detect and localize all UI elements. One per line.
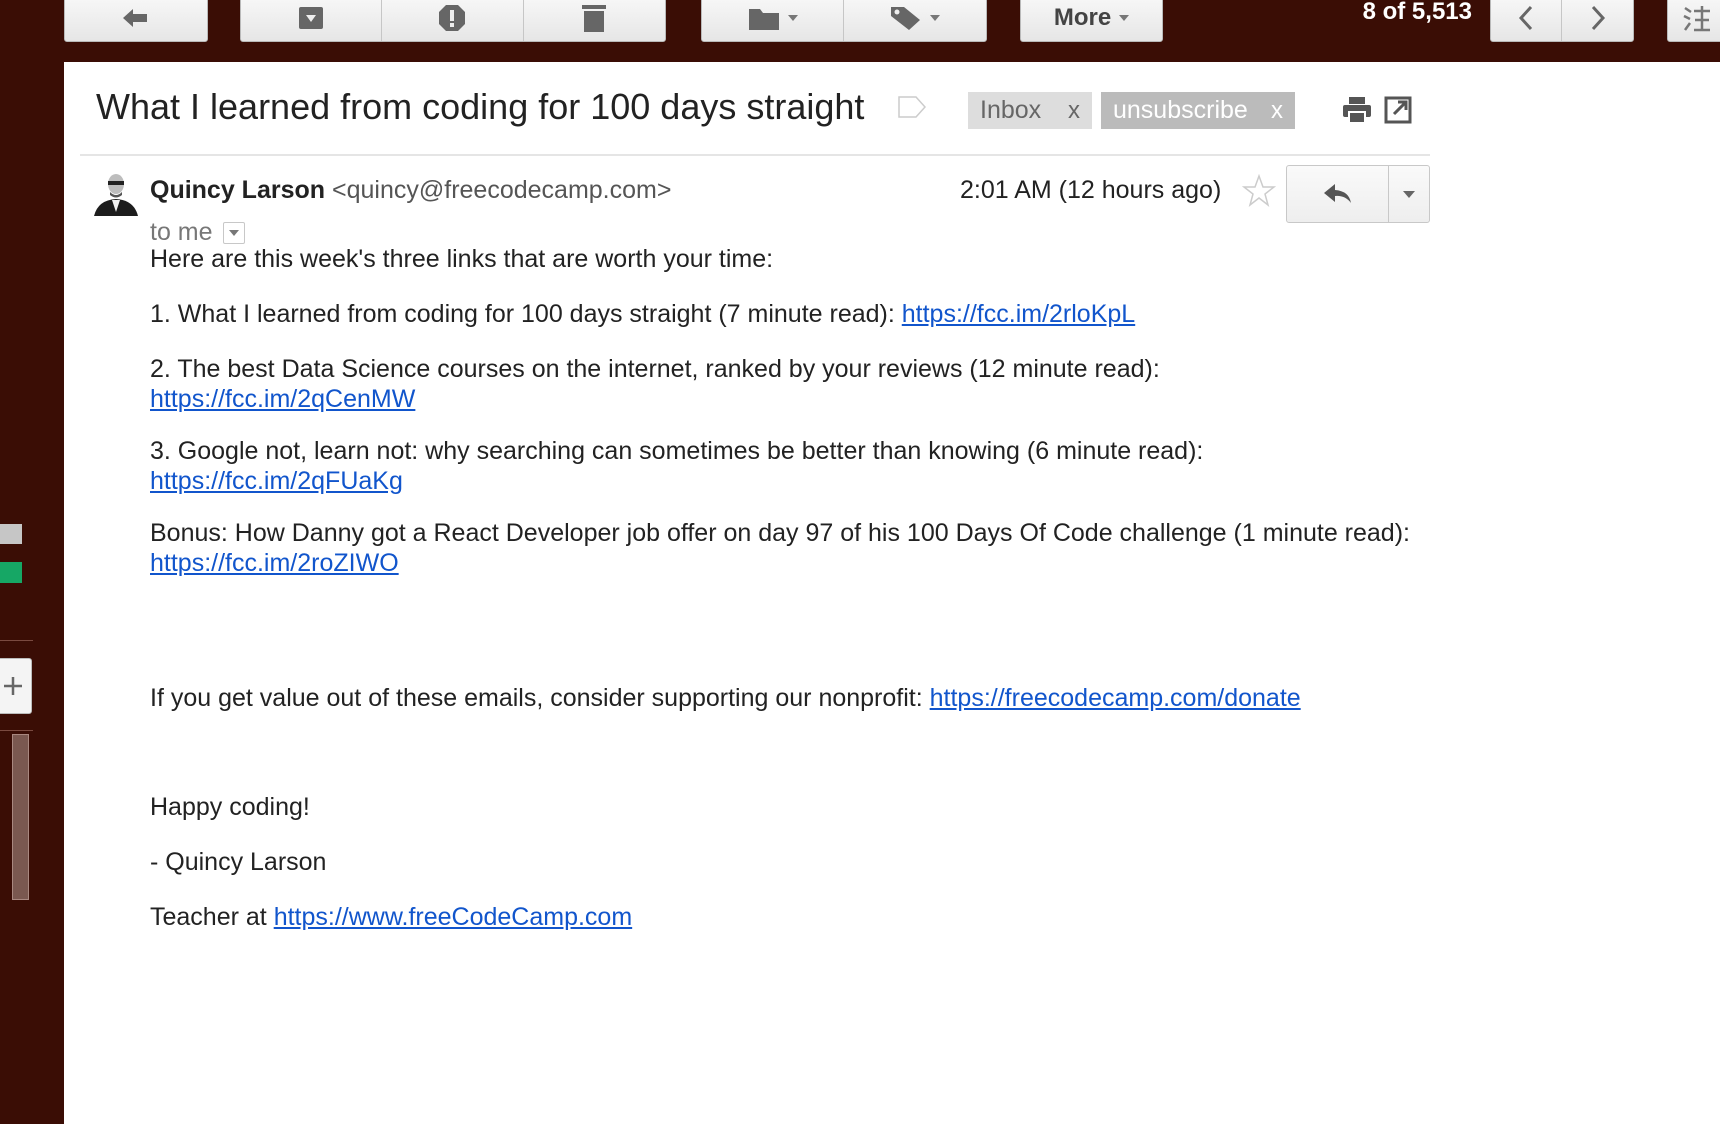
label-tag-icon[interactable] bbox=[898, 96, 926, 118]
closing-line: Happy coding! bbox=[150, 793, 310, 821]
input-tools-button[interactable] bbox=[1668, 0, 1720, 41]
move-to-button[interactable] bbox=[702, 0, 844, 41]
signature-line: - Quincy Larson bbox=[150, 848, 327, 876]
report-spam-icon bbox=[439, 5, 466, 31]
chevron-down-icon bbox=[1119, 15, 1130, 21]
delete-button[interactable] bbox=[524, 0, 665, 41]
donate-text: If you get value out of these emails, co… bbox=[150, 684, 930, 712]
more-button-group: More bbox=[1020, 0, 1163, 42]
reply-button[interactable] bbox=[1287, 166, 1389, 222]
actions-button-group bbox=[240, 0, 666, 42]
sender-line: Quincy Larson <quincy@freecodecamp.com> bbox=[150, 176, 671, 205]
toolbar: More 8 of 5,513 bbox=[0, 0, 1720, 62]
list-item: 1. What I learned from coding for 100 da… bbox=[150, 299, 1480, 329]
article-link[interactable]: https://fcc.im/2roZIWO bbox=[150, 549, 399, 577]
chevron-down-icon bbox=[930, 15, 940, 21]
recipient-text: to me bbox=[150, 218, 213, 246]
donate-link[interactable]: https://freecodecamp.com/donate bbox=[930, 684, 1301, 712]
move-label-button-group bbox=[701, 0, 987, 42]
sender-name[interactable]: Quincy Larson bbox=[150, 176, 325, 204]
list-item-text: 1. What I learned from coding for 100 da… bbox=[150, 300, 902, 328]
back-button-group bbox=[64, 0, 208, 42]
sidebar-add-button[interactable] bbox=[0, 658, 32, 714]
older-button[interactable] bbox=[1562, 0, 1633, 41]
star-icon[interactable] bbox=[1242, 174, 1276, 208]
recipient-line: to me bbox=[150, 218, 245, 247]
chevron-down-icon bbox=[787, 15, 798, 21]
delete-icon bbox=[582, 5, 607, 32]
sidebar-label-swatch-green[interactable] bbox=[0, 562, 22, 583]
reply-button-group bbox=[1286, 165, 1430, 223]
print-icon[interactable] bbox=[1342, 96, 1372, 124]
label-icon bbox=[891, 7, 920, 30]
intro-paragraph: Here are this week's three links that ar… bbox=[150, 245, 774, 273]
message-counter: 8 of 5,513 bbox=[1362, 0, 1472, 25]
avatar[interactable] bbox=[90, 168, 138, 216]
new-window-icon[interactable] bbox=[1384, 96, 1412, 124]
chevron-down-icon bbox=[228, 229, 239, 236]
message-view: What I learned from coding for 100 days … bbox=[64, 62, 1720, 1124]
sidebar-divider bbox=[0, 640, 33, 641]
input-tools-group bbox=[1667, 0, 1720, 42]
back-to-inbox-button[interactable] bbox=[65, 0, 207, 41]
remove-label-unsubscribe-button[interactable]: x bbox=[1271, 97, 1283, 125]
chevron-left-icon bbox=[1518, 5, 1533, 31]
sender-email: <quincy@freecodecamp.com> bbox=[332, 176, 672, 204]
back-arrow-icon bbox=[123, 9, 147, 27]
chevron-right-icon bbox=[1591, 5, 1605, 31]
list-item-text: Bonus: How Danny got a React Developer j… bbox=[150, 519, 1410, 547]
list-item: 2. The best Data Science courses on the … bbox=[150, 354, 1480, 414]
list-item: Bonus: How Danny got a React Developer j… bbox=[150, 518, 1460, 578]
sidebar-divider bbox=[0, 730, 33, 731]
list-item-text: 2. The best Data Science courses on the … bbox=[150, 355, 1160, 383]
more-reply-options-button[interactable] bbox=[1389, 166, 1429, 222]
show-details-button[interactable] bbox=[222, 221, 245, 244]
donate-paragraph: If you get value out of these emails, co… bbox=[150, 683, 1480, 713]
newer-button[interactable] bbox=[1491, 0, 1562, 41]
label-chip-text: Inbox bbox=[980, 96, 1042, 124]
label-chip-text: unsubscribe bbox=[1113, 96, 1248, 124]
report-spam-button[interactable] bbox=[382, 0, 524, 41]
label-chip-unsubscribe: unsubscribe x bbox=[1101, 92, 1295, 129]
archive-icon bbox=[299, 7, 324, 29]
list-item: 3. Google not, learn not: why searching … bbox=[150, 436, 1480, 496]
plus-icon bbox=[4, 677, 22, 695]
chevron-down-icon bbox=[1403, 190, 1415, 198]
teacher-line: Teacher at https://www.freeCodeCamp.com bbox=[150, 902, 1480, 932]
more-label: More bbox=[1053, 4, 1112, 31]
header-divider bbox=[80, 154, 1430, 156]
list-item-text: 3. Google not, learn not: why searching … bbox=[150, 437, 1204, 465]
sidebar-scrollbar[interactable] bbox=[12, 734, 29, 900]
input-tools-icon bbox=[1683, 6, 1710, 32]
remove-label-inbox-button[interactable]: x bbox=[1068, 97, 1080, 125]
article-link[interactable]: https://fcc.im/2qFUaKg bbox=[150, 467, 403, 495]
archive-button[interactable] bbox=[241, 0, 383, 41]
email-timestamp: 2:01 AM (12 hours ago) bbox=[960, 176, 1222, 204]
label-chip-inbox: Inbox x bbox=[968, 92, 1092, 129]
email-subject: What I learned from coding for 100 days … bbox=[96, 86, 865, 127]
reply-icon bbox=[1323, 184, 1351, 203]
teacher-text: Teacher at bbox=[150, 903, 274, 931]
sidebar-label-swatch-gray[interactable] bbox=[0, 524, 22, 544]
pagination-button-group bbox=[1490, 0, 1634, 42]
freecodecamp-link[interactable]: https://www.freeCodeCamp.com bbox=[274, 903, 632, 931]
more-button[interactable]: More bbox=[1021, 0, 1162, 41]
article-link[interactable]: https://fcc.im/2qCenMW bbox=[150, 385, 415, 413]
folder-icon bbox=[748, 9, 779, 30]
article-link[interactable]: https://fcc.im/2rloKpL bbox=[902, 300, 1135, 328]
labels-button[interactable] bbox=[844, 0, 986, 41]
